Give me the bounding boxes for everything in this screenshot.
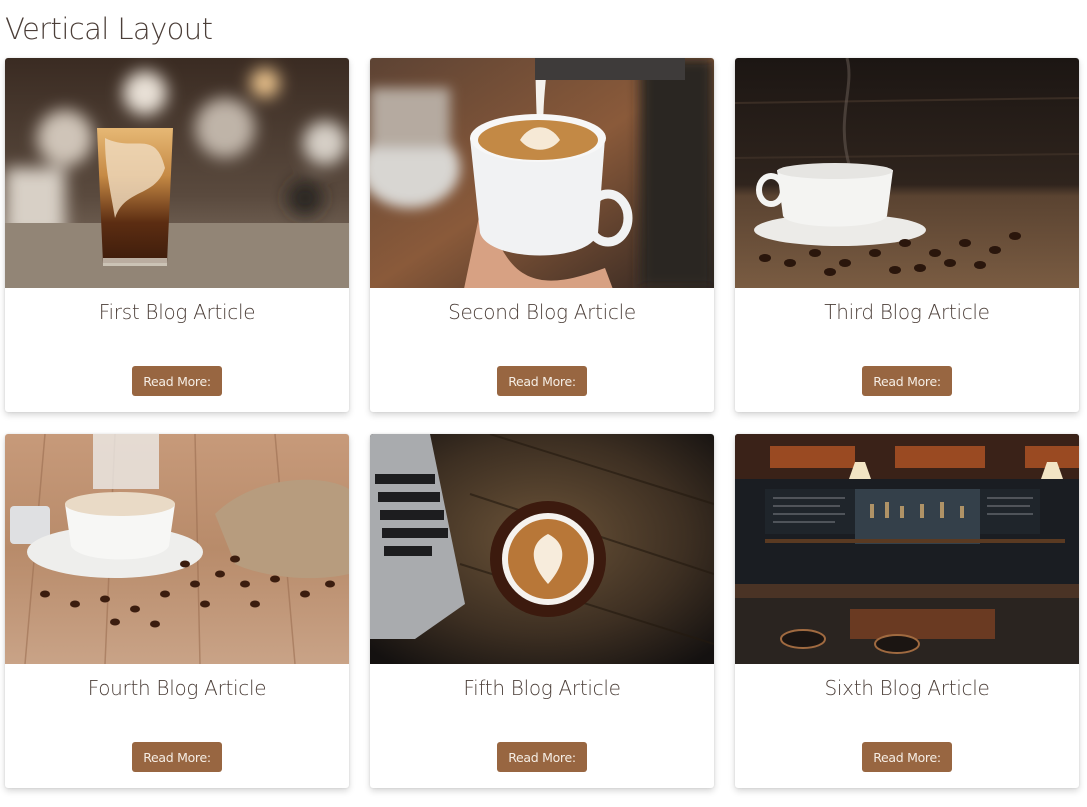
card-title: Second Blog Article: [448, 300, 636, 324]
page-title: Vertical Layout: [5, 12, 213, 46]
card-title: Fourth Blog Article: [87, 676, 267, 700]
blog-card-second: Second Blog Article Read More:: [370, 58, 714, 412]
read-more-button[interactable]: Read More:: [132, 366, 222, 396]
card-title: Sixth Blog Article: [824, 676, 990, 700]
card-title: Third Blog Article: [824, 300, 990, 324]
blog-card-fourth: Fourth Blog Article Read More:: [5, 434, 349, 788]
latte-laptop-image: [370, 434, 714, 664]
blog-card-grid: First Blog Article Read More: Second Blo…: [5, 58, 1079, 788]
read-more-button[interactable]: Read More:: [497, 366, 587, 396]
blog-card-sixth: Sixth Blog Article Read More:: [735, 434, 1079, 788]
read-more-button[interactable]: Read More:: [132, 742, 222, 772]
read-more-button[interactable]: Read More:: [862, 742, 952, 772]
blog-card-third: Third Blog Article Read More:: [735, 58, 1079, 412]
iced-coffee-image: [5, 58, 349, 288]
coffee-cup-beans-image: [735, 58, 1079, 288]
card-title: First Blog Article: [98, 300, 256, 324]
blog-card-fifth: Fifth Blog Article Read More:: [370, 434, 714, 788]
read-more-button[interactable]: Read More:: [497, 742, 587, 772]
coffee-cup-sack-image: [5, 434, 349, 664]
card-title: Fifth Blog Article: [463, 676, 621, 700]
coffee-bar-image: [735, 434, 1079, 664]
read-more-button[interactable]: Read More:: [862, 366, 952, 396]
blog-card-first: First Blog Article Read More:: [5, 58, 349, 412]
latte-art-image: [370, 58, 714, 288]
